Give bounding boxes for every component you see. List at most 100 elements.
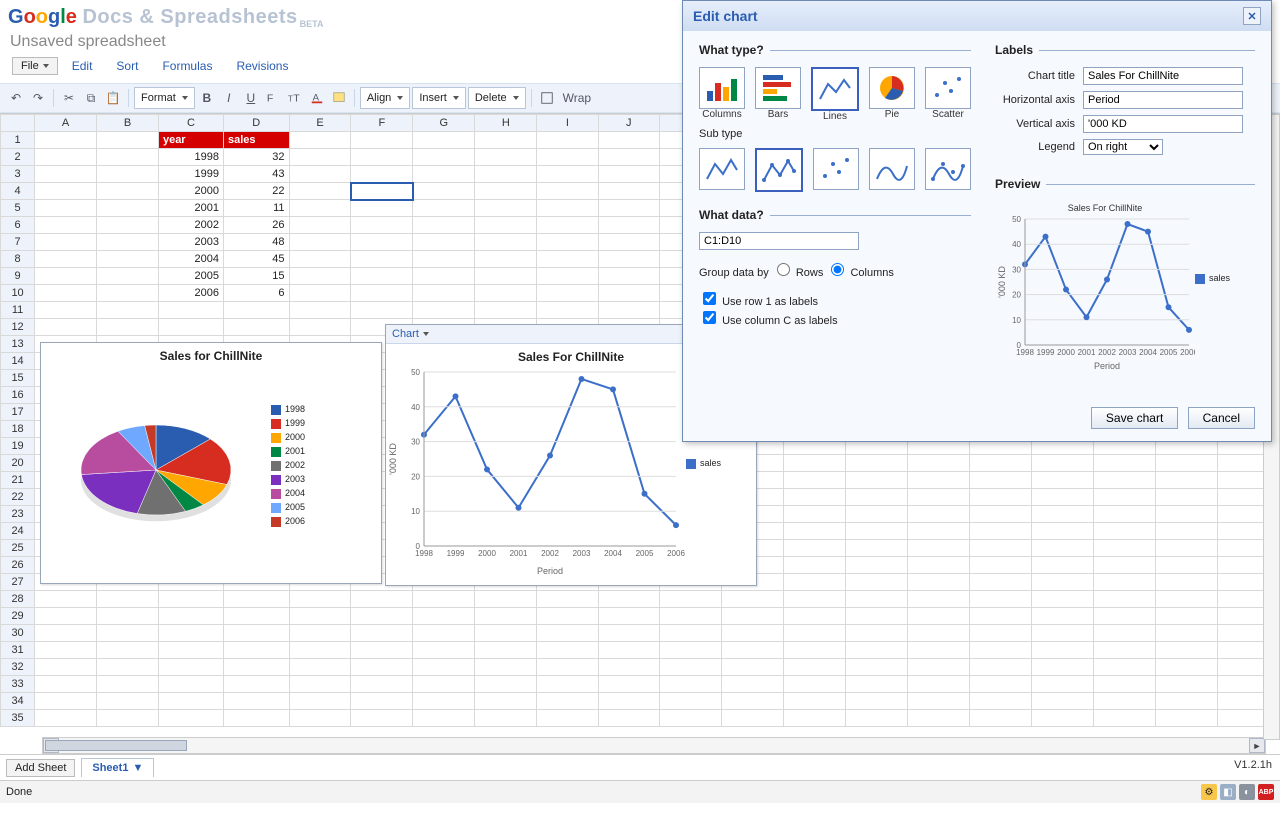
- cell-Q25[interactable]: [1031, 540, 1093, 557]
- cell-O30[interactable]: [907, 625, 969, 642]
- cell-C2[interactable]: 1998: [158, 149, 223, 166]
- cell-D12[interactable]: [223, 319, 289, 336]
- cell-D2[interactable]: 32: [223, 149, 289, 166]
- cell-A29[interactable]: [35, 608, 97, 625]
- cell-O29[interactable]: [907, 608, 969, 625]
- cell-D32[interactable]: [223, 659, 289, 676]
- cell-I7[interactable]: [537, 234, 598, 251]
- cell-S35[interactable]: [1156, 710, 1218, 727]
- cell-N31[interactable]: [845, 642, 907, 659]
- charttitle-input[interactable]: [1083, 67, 1243, 85]
- cell-B3[interactable]: [97, 166, 159, 183]
- cell-D3[interactable]: 43: [223, 166, 289, 183]
- fillcolor-button[interactable]: [329, 88, 349, 108]
- cell-G7[interactable]: [413, 234, 475, 251]
- cell-P25[interactable]: [970, 540, 1032, 557]
- cell-O35[interactable]: [907, 710, 969, 727]
- cell-A12[interactable]: [35, 319, 97, 336]
- cell-C6[interactable]: 2002: [158, 217, 223, 234]
- cell-F30[interactable]: [351, 625, 413, 642]
- status-icon-3[interactable]: ◐: [1239, 784, 1255, 800]
- cell-E30[interactable]: [289, 625, 351, 642]
- cell-C12[interactable]: [158, 319, 223, 336]
- cell-A34[interactable]: [35, 693, 97, 710]
- font-button[interactable]: F: [263, 88, 283, 108]
- cell-Q31[interactable]: [1031, 642, 1093, 659]
- cell-A30[interactable]: [35, 625, 97, 642]
- cell-L32[interactable]: [721, 659, 783, 676]
- cell-N33[interactable]: [845, 676, 907, 693]
- cell-J1[interactable]: [598, 132, 660, 149]
- cell-B29[interactable]: [97, 608, 159, 625]
- edit-menu[interactable]: Edit: [62, 57, 103, 75]
- use-colc-checkbox[interactable]: [703, 311, 716, 324]
- cell-Q33[interactable]: [1031, 676, 1093, 693]
- cell-P33[interactable]: [970, 676, 1032, 693]
- cell-H1[interactable]: [475, 132, 537, 149]
- scroll-right-icon[interactable]: ►: [1249, 738, 1265, 753]
- cell-A35[interactable]: [35, 710, 97, 727]
- cell-P28[interactable]: [970, 591, 1032, 608]
- cell-S32[interactable]: [1156, 659, 1218, 676]
- cell-J6[interactable]: [598, 217, 660, 234]
- cell-J33[interactable]: [598, 676, 660, 693]
- cell-J32[interactable]: [598, 659, 660, 676]
- cell-S34[interactable]: [1156, 693, 1218, 710]
- cell-K28[interactable]: [660, 591, 722, 608]
- use-row1-checkbox[interactable]: [703, 292, 716, 305]
- format-dropdown[interactable]: Format: [134, 87, 195, 109]
- cell-A28[interactable]: [35, 591, 97, 608]
- cell-B10[interactable]: [97, 285, 159, 302]
- cell-R32[interactable]: [1094, 659, 1156, 676]
- cell-I34[interactable]: [537, 693, 598, 710]
- cell-C31[interactable]: [158, 642, 223, 659]
- cell-L28[interactable]: [721, 591, 783, 608]
- cell-Q34[interactable]: [1031, 693, 1093, 710]
- copy-button[interactable]: ⧉: [81, 88, 101, 108]
- cell-E11[interactable]: [289, 302, 351, 319]
- cell-A33[interactable]: [35, 676, 97, 693]
- cell-P29[interactable]: [970, 608, 1032, 625]
- borders-button[interactable]: [537, 88, 557, 108]
- cell-F4[interactable]: [351, 183, 413, 200]
- cell-O33[interactable]: [907, 676, 969, 693]
- cell-A11[interactable]: [35, 302, 97, 319]
- cell-P24[interactable]: [970, 523, 1032, 540]
- wrap-button[interactable]: Wrap: [559, 88, 595, 108]
- insert-dropdown[interactable]: Insert: [412, 87, 466, 109]
- cell-D31[interactable]: [223, 642, 289, 659]
- cell-R23[interactable]: [1094, 506, 1156, 523]
- fontsize-button[interactable]: TT: [285, 88, 305, 108]
- cell-F8[interactable]: [351, 251, 413, 268]
- cell-I35[interactable]: [537, 710, 598, 727]
- cell-I11[interactable]: [537, 302, 598, 319]
- cell-J3[interactable]: [598, 166, 660, 183]
- cell-C33[interactable]: [158, 676, 223, 693]
- cell-P23[interactable]: [970, 506, 1032, 523]
- cell-I9[interactable]: [537, 268, 598, 285]
- cell-E31[interactable]: [289, 642, 351, 659]
- cell-A6[interactable]: [35, 217, 97, 234]
- subtype-2[interactable]: [755, 148, 803, 192]
- cell-E2[interactable]: [289, 149, 351, 166]
- cell-D28[interactable]: [223, 591, 289, 608]
- cell-G2[interactable]: [413, 149, 475, 166]
- cell-A3[interactable]: [35, 166, 97, 183]
- cell-C4[interactable]: 2000: [158, 183, 223, 200]
- cell-J10[interactable]: [598, 285, 660, 302]
- cell-P21[interactable]: [970, 472, 1032, 489]
- cell-A5[interactable]: [35, 200, 97, 217]
- sheet-tab[interactable]: Sheet1 ▼: [81, 758, 154, 777]
- cell-H35[interactable]: [475, 710, 537, 727]
- cell-I6[interactable]: [537, 217, 598, 234]
- cell-S24[interactable]: [1156, 523, 1218, 540]
- cell-Q30[interactable]: [1031, 625, 1093, 642]
- cell-N23[interactable]: [845, 506, 907, 523]
- cell-R26[interactable]: [1094, 557, 1156, 574]
- cell-I30[interactable]: [537, 625, 598, 642]
- cell-D9[interactable]: 15: [223, 268, 289, 285]
- legendpos-select[interactable]: On right: [1083, 139, 1163, 155]
- cell-F33[interactable]: [351, 676, 413, 693]
- cell-C30[interactable]: [158, 625, 223, 642]
- cell-C11[interactable]: [158, 302, 223, 319]
